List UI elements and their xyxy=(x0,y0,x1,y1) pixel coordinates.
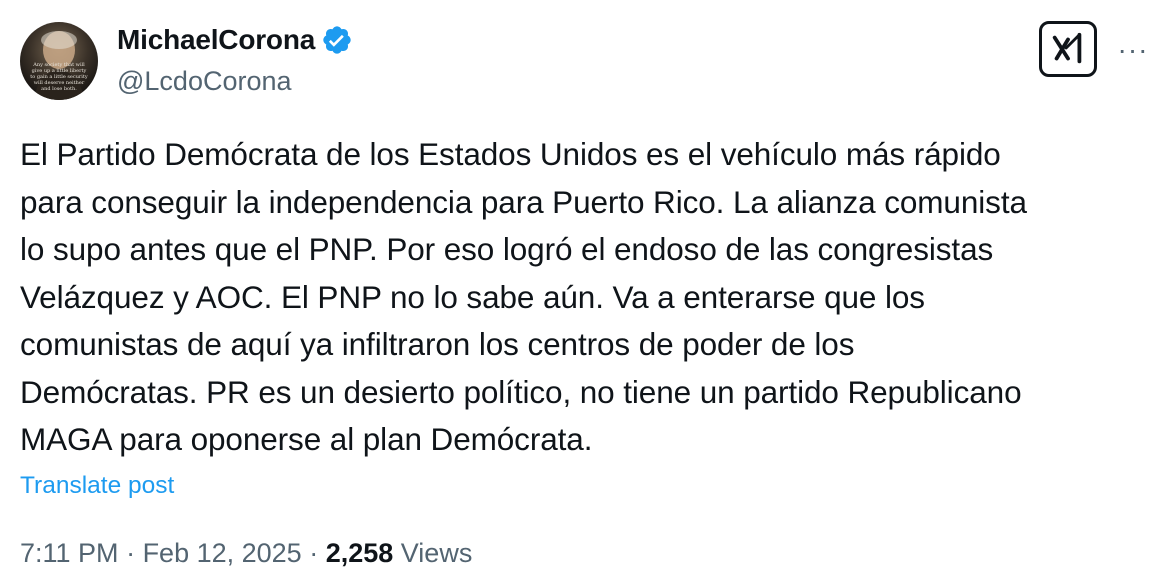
post-text-line: lo supo antes que el PNP. Por eso logró … xyxy=(20,231,994,267)
post-text-line: Demócratas. PR es un desierto político, … xyxy=(20,373,1022,410)
views-label: Views xyxy=(393,538,473,568)
post-text-line: El Partido Demócrata de los Estados Unid… xyxy=(20,136,1001,172)
avatar[interactable]: Any society that will give up a little l… xyxy=(20,22,98,100)
author-handle[interactable]: @LcdoCorona xyxy=(117,66,292,97)
more-options-button[interactable]: ··· xyxy=(1113,30,1153,70)
post-text-line: Velázquez y AOC. El PNP no lo sabe aún. … xyxy=(20,278,925,315)
post-date[interactable]: Feb 12, 2025 xyxy=(143,538,302,568)
verified-badge-icon[interactable] xyxy=(321,24,353,56)
more-icon: ··· xyxy=(1117,34,1149,65)
translate-post-link[interactable]: Translate post xyxy=(20,472,174,500)
post-text-line: para conseguir la independencia para Pue… xyxy=(20,183,1027,220)
meta-separator: · xyxy=(301,538,326,568)
meta-separator: · xyxy=(118,538,143,568)
author-display-name-row[interactable]: MichaelCorona xyxy=(117,24,353,56)
post-text-line: comunistas de aquí ya infiltraron los ce… xyxy=(20,326,855,362)
grok-button[interactable] xyxy=(1039,21,1097,77)
avatar-portrait-image: Any society that will give up a little l… xyxy=(30,31,88,100)
author-display-name[interactable]: MichaelCorona xyxy=(117,24,315,56)
post-text-line: MAGA para oponerse al plan Demócrata. xyxy=(20,421,593,457)
grok-icon xyxy=(1052,32,1082,64)
post-time[interactable]: 7:11 PM xyxy=(20,538,119,568)
post-text: El Partido Demócrata de los Estados Unid… xyxy=(20,131,1150,464)
post-metadata: 7:11 PM · Feb 12, 2025 · 2,258 Views xyxy=(20,538,472,569)
views-count[interactable]: 2,258 xyxy=(326,538,394,568)
svg-text:and lose both.: and lose both. xyxy=(41,86,77,92)
